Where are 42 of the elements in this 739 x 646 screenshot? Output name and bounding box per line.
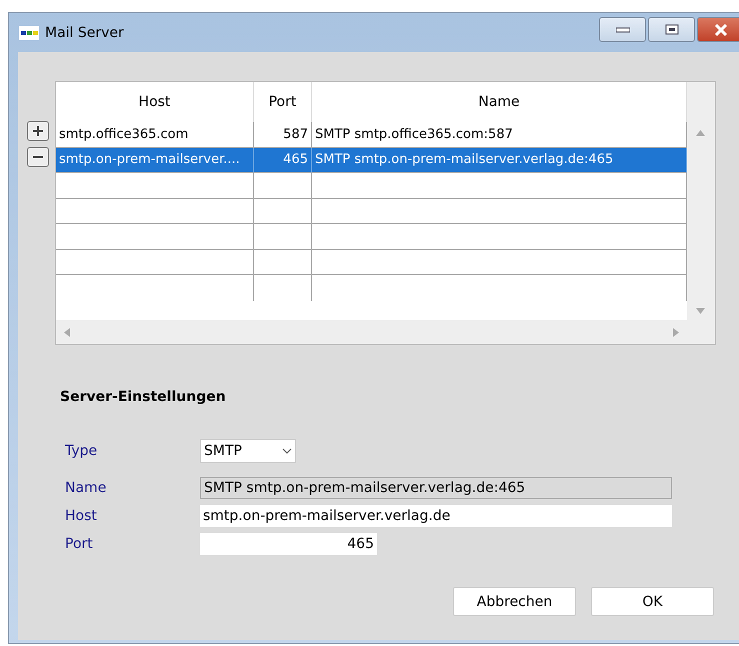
table-cell[interactable] [56,250,254,275]
ok-button[interactable]: OK [591,587,714,616]
table-cell[interactable]: smtp.on-prem-mailserver.... [56,148,254,173]
plus-icon [32,125,44,137]
window-title: Mail Server [45,24,124,40]
cancel-button[interactable]: Abbrechen [453,587,576,616]
table-cell[interactable] [56,173,254,198]
maximize-icon [664,24,678,35]
table-cell[interactable] [254,173,312,198]
scroll-left-icon[interactable] [64,328,70,336]
table-cell[interactable] [312,198,687,224]
table-cell[interactable] [254,198,312,224]
scroll-up-icon[interactable] [696,130,704,136]
minimize-button[interactable] [599,17,646,42]
name-field: SMTP smtp.on-prem-mailserver.verlag.de:465 [200,477,672,499]
add-button[interactable] [27,121,49,141]
table-cell[interactable]: SMTP smtp.on-prem-mailserver.verlag.de:465 [312,148,687,173]
table-cell[interactable]: 465 [254,148,312,173]
scroll-right-icon[interactable] [673,328,679,336]
field-label: Host [65,508,98,524]
field-label: Type [65,443,98,459]
port-field[interactable]: 465 [200,533,377,555]
remove-button[interactable] [27,147,49,167]
type-dropdown[interactable]: SMTP [200,439,296,463]
table-cell[interactable] [56,198,254,224]
chevron-down-icon [282,448,292,454]
host-field[interactable]: smtp.on-prem-mailserver.verlag.de [200,505,672,527]
field-label: Name [65,480,108,496]
table-cell[interactable] [254,224,312,250]
maximize-button[interactable] [648,17,695,42]
minimize-icon [616,26,630,32]
app-icon [19,26,39,40]
close-button[interactable] [697,17,739,42]
scroll-down-icon[interactable] [696,308,704,314]
close-icon [714,24,728,36]
table-cell[interactable] [254,250,312,275]
table-cell[interactable] [312,250,687,275]
field-label: Port [65,536,94,552]
table-cell[interactable] [312,173,687,198]
table-cell[interactable] [56,224,254,250]
table-cell[interactable] [312,224,687,250]
section-heading: Server-Einstellungen [60,389,227,405]
